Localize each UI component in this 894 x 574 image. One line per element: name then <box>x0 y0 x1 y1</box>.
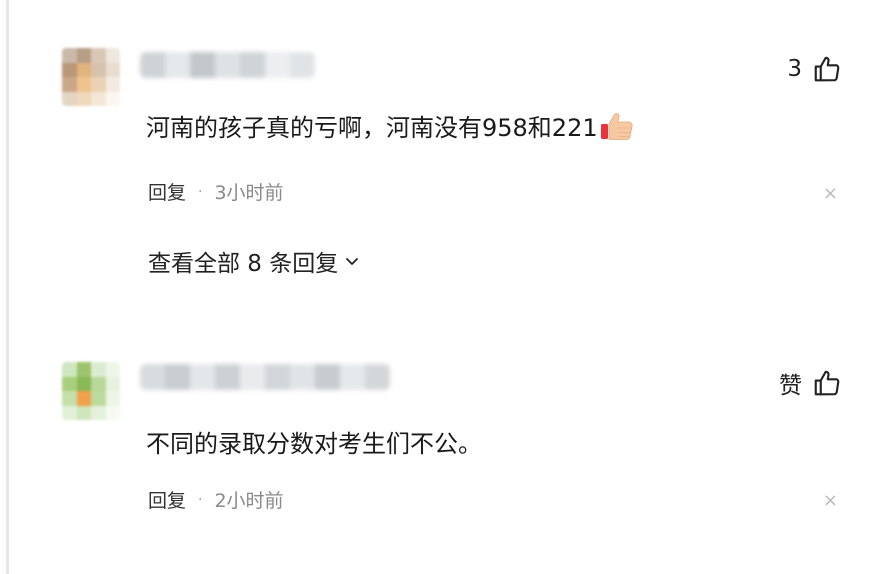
chevron-down-icon <box>346 258 359 265</box>
comment-text-row: 河南的孩子真的亏啊，河南没有958和221 <box>146 108 634 143</box>
comment-item: 赞 不同的录取分数对考生们不公。 回复 · 2小时前 × <box>0 330 894 574</box>
username-blurred[interactable] <box>140 52 315 78</box>
comment-text: 不同的录取分数对考生们不公。 <box>146 430 482 458</box>
reply-button[interactable]: 回复 <box>148 486 186 513</box>
close-icon[interactable]: × <box>823 490 838 511</box>
thumbs-up-emoji <box>600 112 633 140</box>
separator-dot: · <box>198 491 203 508</box>
like-area[interactable]: 赞 <box>779 366 842 400</box>
timestamp: 2小时前 <box>214 490 284 512</box>
comment-meta: 回复 · 2小时前 <box>148 486 284 513</box>
comment-text-row: 不同的录取分数对考生们不公。 <box>146 424 482 459</box>
reply-button[interactable]: 回复 <box>148 178 186 205</box>
thumbs-up-icon[interactable] <box>812 368 842 398</box>
like-count: 3 <box>787 56 802 82</box>
timestamp: 3小时前 <box>214 182 284 204</box>
username-blurred[interactable] <box>140 364 390 390</box>
avatar[interactable] <box>62 48 120 106</box>
comment-item: 3 河南的孩子真的亏啊，河南没有958和221 回复 · 3小时前 × 查看全部… <box>0 0 894 330</box>
separator-dot: · <box>198 183 203 200</box>
thumbs-up-icon[interactable] <box>812 54 842 84</box>
view-all-replies-label: 查看全部 8 条回复 <box>148 251 339 277</box>
close-icon[interactable]: × <box>823 183 838 204</box>
avatar[interactable] <box>62 362 120 420</box>
like-label: 赞 <box>779 373 802 399</box>
comment-text: 河南的孩子真的亏啊，河南没有958和221 <box>146 114 598 142</box>
view-all-replies-button[interactable]: 查看全部 8 条回复 <box>148 244 360 278</box>
comment-meta: 回复 · 3小时前 <box>148 178 284 205</box>
like-area[interactable]: 3 <box>787 54 842 84</box>
